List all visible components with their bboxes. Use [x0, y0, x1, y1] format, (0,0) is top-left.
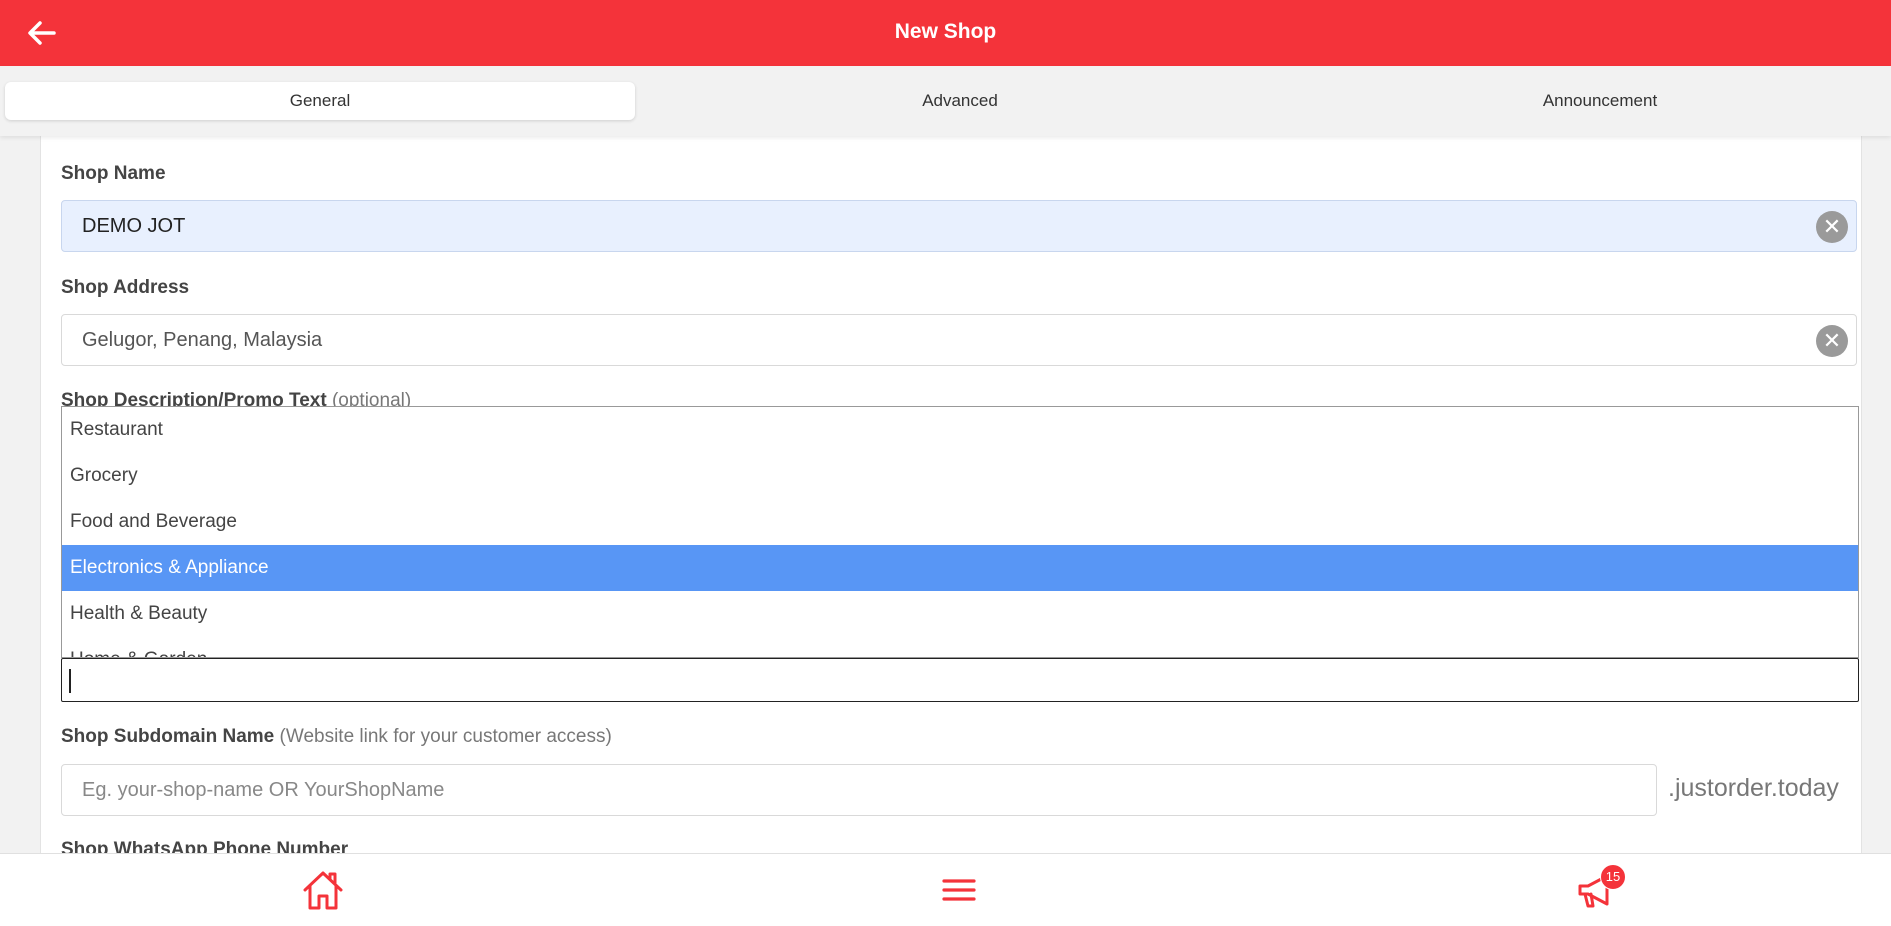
dropdown-option[interactable]: Food and Beverage: [62, 499, 1858, 545]
menu-button[interactable]: [935, 866, 983, 914]
subdomain-suffix: .justorder.today: [1668, 774, 1839, 802]
tab-announcement[interactable]: Announcement: [1280, 82, 1891, 120]
menu-icon: [942, 879, 976, 901]
notification-badge: 15: [1600, 864, 1626, 890]
clear-shop-address-button[interactable]: ✕: [1816, 325, 1848, 357]
top-app-bar: New Shop: [0, 0, 1891, 66]
tab-bar: General Advanced Announcement: [0, 66, 1891, 136]
category-dropdown-list[interactable]: Restaurant Grocery Food and Beverage Ele…: [61, 406, 1859, 658]
subdomain-placeholder: Eg. your-shop-name OR YourShopName: [82, 779, 445, 801]
bottom-navigation: 15: [0, 853, 1891, 926]
page-title: New Shop: [894, 20, 997, 43]
dropdown-option[interactable]: Health & Beauty: [62, 591, 1858, 637]
dropdown-option[interactable]: Restaurant: [62, 407, 1858, 453]
tab-general[interactable]: General: [5, 82, 635, 120]
dropdown-search-input[interactable]: [61, 658, 1859, 702]
clear-shop-name-button[interactable]: ✕: [1816, 211, 1848, 243]
text-caret: [69, 669, 71, 693]
tab-advanced[interactable]: Advanced: [640, 82, 1280, 120]
shop-address-label: Shop Address: [61, 277, 190, 298]
dropdown-option[interactable]: Home & Garden: [62, 637, 1858, 657]
close-icon: ✕: [1822, 214, 1842, 239]
shop-name-label: Shop Name: [61, 163, 166, 184]
home-icon: [303, 871, 343, 910]
subdomain-label-text: Shop Subdomain Name: [61, 726, 275, 747]
close-icon: ✕: [1822, 328, 1842, 353]
shop-name-input[interactable]: DEMO JOT ✕: [61, 200, 1857, 252]
subdomain-label: Shop Subdomain Name (Website link for yo…: [61, 726, 612, 748]
home-button[interactable]: [299, 866, 347, 914]
subdomain-input[interactable]: Eg. your-shop-name OR YourShopName: [61, 764, 1657, 816]
whatsapp-label: Shop WhatsApp Phone Number: [61, 839, 349, 853]
shop-address-value: Gelugor, Penang, Malaysia: [82, 329, 323, 351]
shop-name-value: DEMO JOT: [82, 215, 186, 237]
subdomain-hint: (Website link for your customer access): [279, 726, 612, 747]
general-form: Shop Name DEMO JOT ✕ Shop Address Gelugo…: [40, 136, 1862, 853]
dropdown-option[interactable]: Grocery: [62, 453, 1858, 499]
shop-address-input[interactable]: Gelugor, Penang, Malaysia ✕: [61, 314, 1857, 366]
dropdown-option-selected[interactable]: Electronics & Appliance: [62, 545, 1858, 591]
